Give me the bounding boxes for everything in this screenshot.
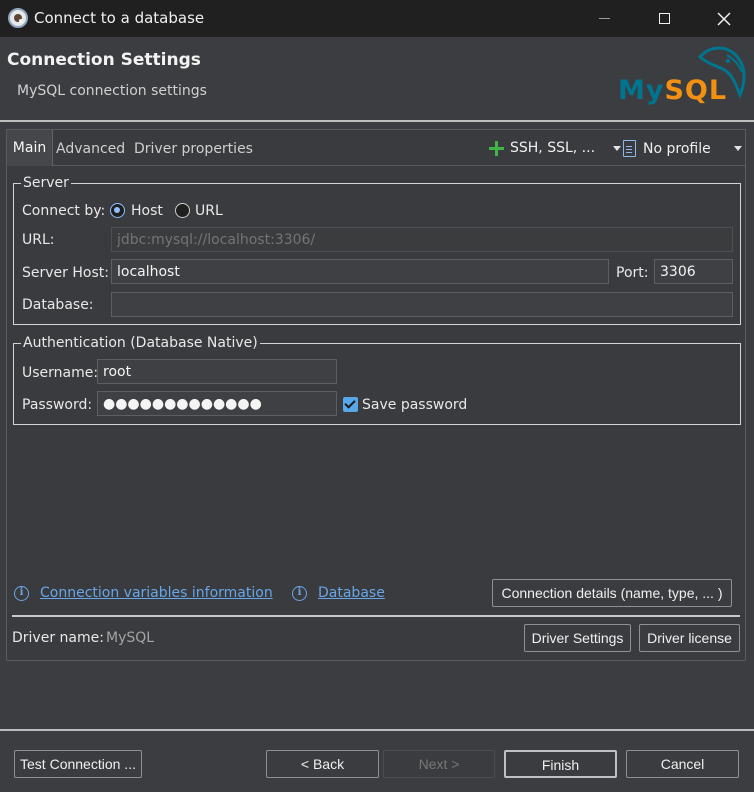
driver-license-button[interactable]: Driver license [639,624,740,652]
save-password-checkbox[interactable] [343,397,358,412]
server-group: Server Connect by: Host URL URL: Server … [13,174,741,325]
host-radio[interactable] [110,203,125,218]
wizard-header: Connection Settings MySQL connection set… [0,37,754,120]
info-icon: i [292,586,307,601]
url-radio-label[interactable]: URL [195,203,223,219]
profile-label: No profile [643,140,711,157]
back-button[interactable]: < Back [266,750,379,778]
maximize-button[interactable] [634,0,694,37]
save-password-label[interactable]: Save password [362,397,467,413]
window-title: Connect to a database [34,9,205,27]
maximize-icon [658,13,670,24]
authentication-group: Authentication (Database Native) Usernam… [13,334,741,425]
mysql-wordmark-sql: SQL [664,75,728,106]
close-button[interactable] [694,0,754,37]
info-icon: i [14,586,29,601]
ssh-ssl-dropdown[interactable]: SSH, SSL, ... [489,140,622,156]
connect-by-label: Connect by: [22,203,106,219]
url-radio[interactable] [175,203,190,218]
footer-separator [0,729,754,731]
profile-dropdown[interactable]: No profile [623,140,742,157]
url-field[interactable] [111,227,733,252]
minimize-button[interactable] [574,0,634,37]
driver-divider [12,615,740,617]
driver-name-value: MySQL [106,630,155,646]
minimize-icon [598,18,610,19]
mysql-logo: MySQL [618,41,748,109]
server-host-field[interactable] [111,259,609,284]
server-host-label: Server Host: [22,265,109,281]
database-field[interactable] [111,292,733,317]
page-title: Connection Settings [7,50,201,70]
mysql-wordmark: MySQL [618,75,727,106]
port-label: Port: [616,265,649,281]
chevron-down-icon [613,145,622,151]
tab-main[interactable]: Main [7,130,53,166]
connection-details-button[interactable]: Connection details (name, type, ... ) [492,579,732,607]
driver-settings-button[interactable]: Driver Settings [524,624,631,652]
database-link[interactable]: Database [318,585,385,601]
chevron-down-icon [733,146,742,151]
tab-advanced[interactable]: Advanced [56,141,125,157]
password-label: Password: [22,397,93,413]
url-label: URL: [22,232,55,248]
server-group-title: Server [21,174,71,192]
finish-button[interactable]: Finish [504,750,617,778]
tab-bar: Main Advanced Driver properties SSH, SSL… [7,130,745,166]
port-field[interactable] [654,259,733,284]
database-label: Database: [22,297,94,313]
password-field[interactable] [97,391,337,416]
ssh-ssl-label: SSH, SSL, ... [510,140,596,156]
header-separator [0,120,754,122]
page-subtitle: MySQL connection settings [17,83,207,99]
username-label: Username: [22,365,99,381]
mysql-wordmark-my: My [618,75,665,106]
next-button[interactable]: Next > [383,750,495,778]
test-connection-button[interactable]: Test Connection ... [14,750,142,778]
authentication-group-title: Authentication (Database Native) [21,334,260,352]
plus-icon [489,140,504,156]
app-icon [8,8,28,28]
settings-panel: Main Advanced Driver properties SSH, SSL… [6,129,746,661]
driver-name-label: Driver name: [12,630,104,646]
tab-driver-properties[interactable]: Driver properties [134,141,253,157]
cancel-button[interactable]: Cancel [626,750,739,778]
connection-variables-link[interactable]: Connection variables information [40,585,273,601]
close-icon [717,11,731,26]
title-bar: Connect to a database [0,0,754,37]
document-icon [623,140,636,157]
host-radio-label[interactable]: Host [131,203,163,219]
username-field[interactable] [97,359,337,384]
